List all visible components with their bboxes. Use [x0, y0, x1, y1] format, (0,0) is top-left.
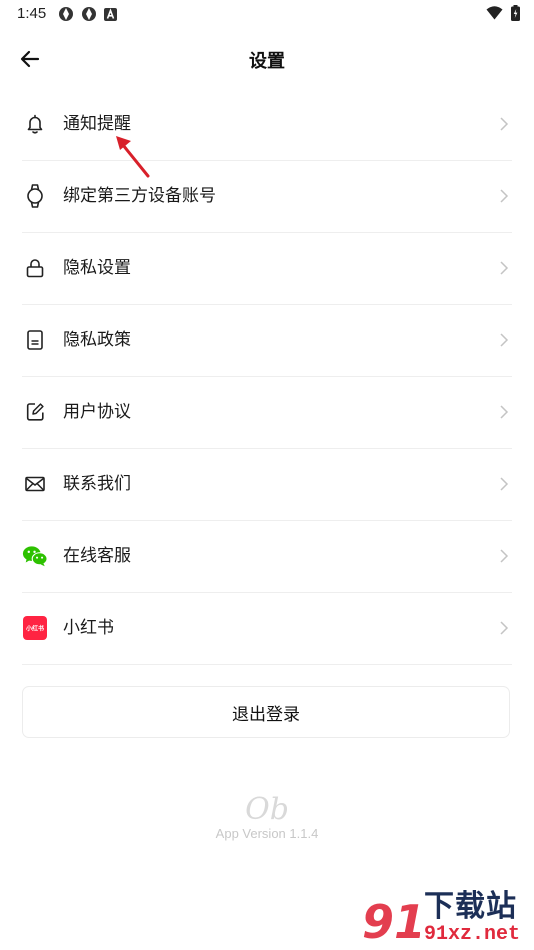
svg-text:91: 91 [362, 895, 420, 948]
edit-icon [22, 399, 48, 425]
chevron-right-icon [500, 621, 509, 635]
app-notification-icon [82, 7, 96, 21]
menu-item-label: 用户协议 [63, 402, 131, 422]
battery-icon [511, 5, 520, 21]
chevron-right-icon [500, 117, 509, 131]
menu-item-xiaohongshu[interactable]: 小红书 小红书 [22, 593, 512, 665]
menu-item-privacy-settings[interactable]: 隐私设置 [22, 233, 512, 305]
watermark-url: 91xz.net [424, 923, 521, 946]
app-brand: Ob App Version 1.1.4 [0, 792, 534, 842]
menu-item-user-agreement[interactable]: 用户协议 [22, 377, 512, 449]
annotation-arrow-icon [116, 136, 150, 178]
menu-item-label: 绑定第三方设备账号 [63, 186, 216, 206]
page-header: 设置 [0, 36, 534, 82]
chevron-right-icon [500, 405, 509, 419]
app-notification-icon [59, 7, 73, 21]
page-title: 设置 [249, 51, 285, 72]
watermark-brand: 下载站 [424, 889, 517, 924]
smartwatch-icon [22, 183, 48, 209]
font-notification-icon [104, 7, 117, 21]
status-system-icons [486, 5, 520, 21]
document-icon [22, 327, 48, 353]
wechat-icon [22, 543, 48, 569]
settings-menu: 通知提醒 绑定第三方设备账号 隐私设置 隐私政策 用户协议 联系我们 在线客服 … [22, 89, 512, 665]
bell-icon [22, 111, 48, 137]
status-bar: 1:45 [0, 0, 534, 28]
menu-item-label: 小红书 [63, 618, 114, 638]
status-notification-icons [58, 6, 117, 22]
menu-item-label: 隐私政策 [63, 330, 131, 350]
chevron-right-icon [500, 549, 509, 563]
watermark-logo-icon: 91 [362, 895, 420, 948]
chevron-right-icon [500, 477, 509, 491]
app-logo: Ob [245, 792, 289, 827]
logout-button[interactable]: 退出登录 [22, 686, 510, 738]
menu-item-online-service[interactable]: 在线客服 [22, 521, 512, 593]
menu-item-label: 隐私设置 [63, 258, 131, 278]
xiaohongshu-icon: 小红书 [22, 615, 48, 641]
menu-item-privacy-policy[interactable]: 隐私政策 [22, 305, 512, 377]
site-watermark: 91 下载站 91xz.net [358, 889, 528, 949]
lock-icon [22, 255, 48, 281]
app-version: App Version 1.1.4 [215, 826, 319, 841]
wifi-icon [486, 6, 503, 20]
menu-item-bind-device[interactable]: 绑定第三方设备账号 [22, 161, 512, 233]
svg-text:小红书: 小红书 [25, 625, 44, 633]
status-time: 1:45 [17, 5, 47, 22]
chevron-right-icon [500, 333, 509, 347]
menu-item-notifications[interactable]: 通知提醒 [22, 89, 512, 161]
menu-item-label: 在线客服 [63, 546, 131, 566]
menu-item-contact-us[interactable]: 联系我们 [22, 449, 512, 521]
mail-icon [22, 471, 48, 497]
menu-item-label: 联系我们 [63, 474, 131, 494]
chevron-right-icon [500, 261, 509, 275]
chevron-right-icon [500, 189, 509, 203]
